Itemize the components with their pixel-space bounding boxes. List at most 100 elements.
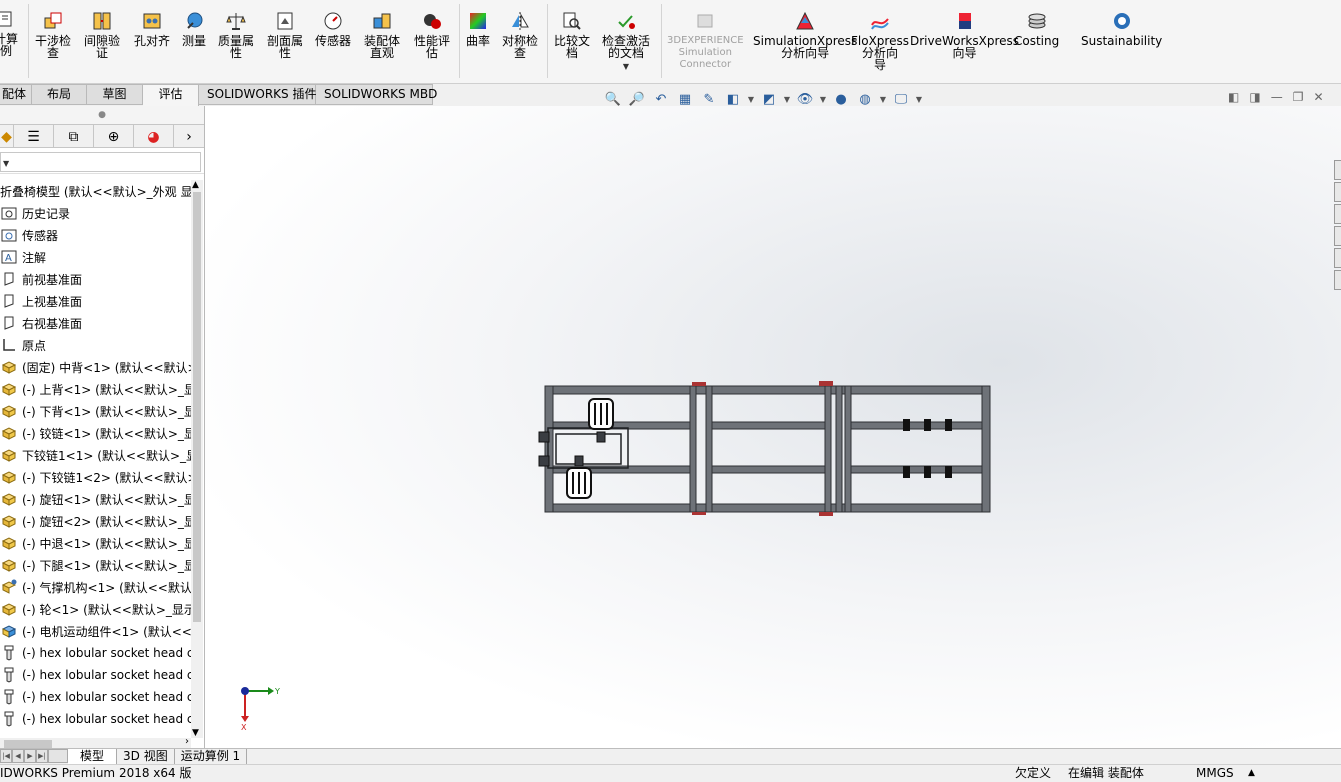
chevron-down-icon[interactable]: ▼ (915, 90, 923, 108)
configuration-manager-tab[interactable]: ⧉ (54, 125, 94, 148)
task-pane-tab[interactable] (1334, 182, 1341, 202)
panel-grip[interactable]: ● (0, 106, 204, 124)
view-settings-icon[interactable]: 🖵 (891, 90, 911, 108)
apply-scene-icon[interactable]: ◍ (855, 90, 875, 108)
task-pane-tab[interactable] (1334, 160, 1341, 180)
tree-item[interactable]: 下铰链1<1> (默认<<默认>_显 (0, 444, 191, 466)
tab-motion-study-1[interactable]: 运动算例 1 (175, 749, 248, 765)
performance-eval-button[interactable]: 性能评 估 (414, 10, 450, 59)
scroll-up-icon[interactable]: ▲ (192, 180, 199, 190)
clearance-verify-button[interactable]: 间隙验 证 (84, 10, 120, 59)
close-icon[interactable]: ✕ (1313, 90, 1323, 104)
prev-tab-icon[interactable]: ◀ (12, 749, 24, 763)
chevron-down-icon[interactable]: ▼ (747, 90, 755, 108)
tab-evaluate[interactable]: 评估 (143, 84, 199, 106)
task-pane-tab[interactable] (1334, 226, 1341, 246)
tree-item[interactable]: 上视基准面 (0, 290, 191, 312)
tree-item[interactable]: (-) hex lobular socket head c (0, 708, 191, 730)
zoom-to-fit-icon[interactable]: 🔍 (603, 90, 623, 108)
tree-item[interactable]: (-) 中退<1> (默认<<默认>_显 (0, 532, 191, 554)
edit-appearance-icon[interactable]: ● (831, 90, 851, 108)
tab-assembly[interactable]: 配体 (0, 84, 32, 105)
sustainability-button[interactable]: Sustainability (1081, 10, 1162, 47)
more-tabs-button[interactable]: › (174, 125, 204, 148)
scrollbar-thumb[interactable] (193, 192, 201, 622)
dropdown-arrow-icon[interactable]: ▼ (623, 61, 629, 73)
units-dropdown-icon[interactable]: ▲ (1248, 765, 1255, 782)
tab-3d-view[interactable]: 3D 视图 (117, 749, 175, 765)
driveworksxpress-button[interactable]: DriveWorksXpress 向导 (910, 10, 1019, 59)
symmetry-check-button[interactable]: 对称检 查 (502, 10, 538, 59)
tree-item[interactable]: (固定) 中背<1> (默认<<默认> (0, 356, 191, 378)
curvature-button[interactable]: 曲率 (466, 10, 490, 47)
assembly-visualization-button[interactable]: 装配体 直观 (364, 10, 400, 59)
dynamic-annotation-icon[interactable]: ✎ (699, 90, 719, 108)
tree-item[interactable]: (-) hex lobular socket head c (0, 664, 191, 686)
dimxpert-manager-tab[interactable]: ⊕ (94, 125, 134, 148)
sensor-button[interactable]: 传感器 (315, 10, 351, 47)
tree-item[interactable]: (-) hex lobular socket head c (0, 686, 191, 708)
tree-item[interactable]: 右视基准面 (0, 312, 191, 334)
tree-item[interactable]: (-) 铰链<1> (默认<<默认>_显 (0, 422, 191, 444)
tree-item[interactable]: (-) 下背<1> (默认<<默认>_显 (0, 400, 191, 422)
measure-button[interactable]: 测量 (182, 10, 206, 47)
task-pane-tab[interactable] (1334, 248, 1341, 268)
tree-item[interactable]: (-) 轮<1> (默认<<默认>_显示 (0, 598, 191, 620)
scroll-down-icon[interactable]: ▼ (192, 728, 199, 738)
tree-item[interactable]: (-) 电机运动组件<1> (默认<< (0, 620, 191, 642)
tree-item[interactable]: (-) 上背<1> (默认<<默认>_显 (0, 378, 191, 400)
restore-icon[interactable]: ❐ (1293, 90, 1304, 104)
previous-view-icon[interactable]: ↶ (651, 90, 671, 108)
chevron-down-icon[interactable]: ▼ (879, 90, 887, 108)
hide-show-items-icon[interactable]: 👁 (795, 90, 815, 108)
minimize-icon[interactable]: — (1271, 90, 1283, 104)
tree-item[interactable]: 前视基准面 (0, 268, 191, 290)
floxpress-button[interactable]: FloXpress 分析向 导 (851, 10, 909, 71)
tree-item[interactable]: (-) 旋钮<1> (默认<<默认>_显 (0, 488, 191, 510)
tree-item[interactable]: (-) hex lobular socket head c (0, 642, 191, 664)
tree-item[interactable]: 历史记录 (0, 202, 191, 224)
filter-dropdown-icon[interactable]: ▼ (3, 159, 9, 168)
tree-vertical-scrollbar[interactable]: ▲ ▼ (191, 180, 203, 738)
section-properties-button[interactable]: 剖面属 性 (267, 10, 303, 59)
tab-layout[interactable]: 布局 (32, 84, 87, 105)
chevron-down-icon[interactable]: ▼ (819, 90, 827, 108)
view-orientation-icon[interactable]: ◧ (723, 90, 743, 108)
scrollbar-thumb[interactable] (4, 740, 52, 748)
tree-item[interactable]: (-) 旋钮<2> (默认<<默认>_显 (0, 510, 191, 532)
task-pane-tab[interactable] (1334, 270, 1341, 290)
tab-solidworks-addins[interactable]: SOLIDWORKS 插件 (199, 84, 316, 105)
tree-item[interactable]: 原点 (0, 334, 191, 356)
mass-properties-button[interactable]: 质量属 性 (218, 10, 254, 59)
filter-input[interactable]: ▼ (0, 152, 201, 172)
chair-model-view[interactable] (205, 106, 1341, 748)
section-view-icon[interactable]: ▦ (675, 90, 695, 108)
calc-button[interactable]: 计算 例 (0, 8, 18, 57)
check-active-doc-button[interactable]: 检查激活 的文档 ▼ (602, 10, 650, 73)
property-manager-tab[interactable]: ☰ (14, 125, 54, 148)
simulationxpress-button[interactable]: SimulationXpress 分析向导 (753, 10, 857, 59)
chevron-down-icon[interactable]: ▼ (783, 90, 791, 108)
zoom-to-area-icon[interactable]: 🔎 (627, 90, 647, 108)
display-manager-tab[interactable]: ◕ (134, 125, 174, 148)
task-pane-tab[interactable] (1334, 204, 1341, 224)
last-tab-icon[interactable]: ▶| (36, 749, 48, 763)
first-tab-icon[interactable]: |◀ (0, 749, 12, 763)
tree-root-item[interactable]: 折叠椅模型 (默认<<默认>_外观 显 (0, 180, 191, 202)
tab-model[interactable]: 模型 (68, 749, 118, 765)
tree-item[interactable]: (-) 下腿<1> (默认<<默认>_显 (0, 554, 191, 576)
hole-align-button[interactable]: 孔对齐 (134, 10, 170, 47)
tree-item[interactable]: A 注解 (0, 246, 191, 268)
panel-right-icon[interactable]: ◨ (1249, 90, 1260, 104)
interference-check-button[interactable]: 干涉检 查 (35, 10, 71, 59)
next-tab-icon[interactable]: ▶ (24, 749, 36, 763)
graphics-area[interactable] (205, 106, 1341, 748)
costing-button[interactable]: Costing (1014, 10, 1059, 47)
tab-solidworks-mbd[interactable]: SOLIDWORKS MBD (316, 84, 437, 105)
tree-item[interactable]: (-) 下铰链1<2> (默认<<默认> (0, 466, 191, 488)
compare-documents-button[interactable]: 比较文 档 (554, 10, 590, 59)
display-style-icon[interactable]: ◩ (759, 90, 779, 108)
tab-sketch[interactable]: 草图 (87, 84, 143, 105)
tree-item[interactable]: 传感器 (0, 224, 191, 246)
status-units[interactable]: MMGS (1196, 765, 1234, 782)
